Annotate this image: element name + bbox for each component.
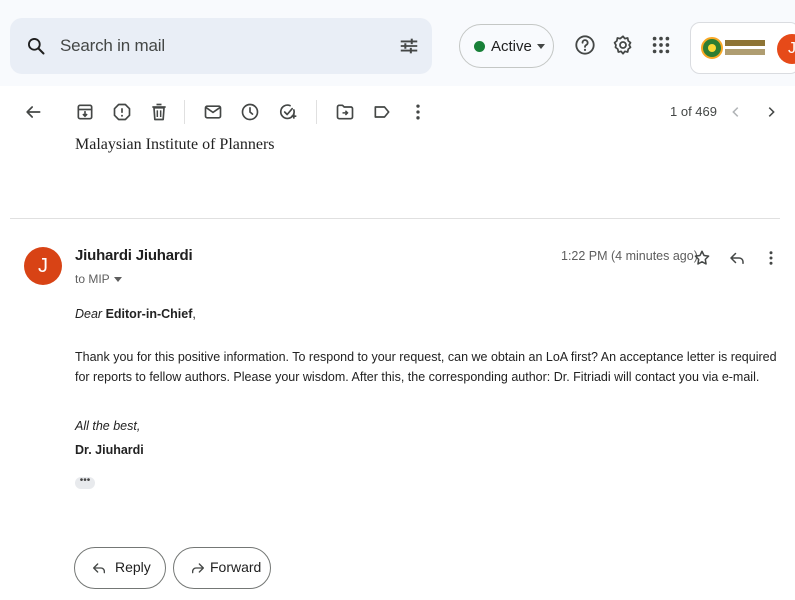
status-label: Active: [491, 38, 532, 55]
mark-unread-icon[interactable]: [203, 102, 223, 122]
apps-grid-icon[interactable]: [650, 34, 672, 56]
toolbar-divider: [184, 100, 185, 124]
move-to-icon[interactable]: [335, 102, 355, 122]
recipient-label: to MIP: [75, 272, 110, 286]
sender-avatar[interactable]: J: [24, 247, 62, 285]
greeting-name: Editor-in-Chief: [105, 307, 193, 321]
toolbar-divider: [316, 100, 317, 124]
chevron-left-icon[interactable]: [729, 104, 743, 120]
star-icon[interactable]: [693, 249, 711, 267]
reply-button-label: Reply: [115, 559, 151, 575]
signature: Dr. Jiuhardi: [75, 443, 144, 457]
snooze-icon[interactable]: [240, 102, 260, 122]
search-icon[interactable]: [26, 35, 46, 57]
help-icon[interactable]: [574, 34, 596, 56]
status-dot-icon: [474, 41, 485, 52]
forward-button[interactable]: Forward: [173, 547, 271, 589]
greeting: Dear Editor-in-Chief,: [75, 304, 196, 324]
reply-icon[interactable]: [728, 249, 746, 267]
label-icon[interactable]: [372, 102, 392, 122]
more-vert-icon[interactable]: [408, 102, 428, 122]
more-vert-icon[interactable]: [762, 249, 780, 267]
recipient-dropdown[interactable]: to MIP: [75, 272, 122, 286]
back-arrow-icon[interactable]: [23, 102, 43, 122]
forward-icon: [192, 563, 204, 574]
chevron-right-icon[interactable]: [764, 104, 778, 120]
show-trimmed-content-button[interactable]: •••: [75, 476, 95, 489]
message-count: 1 of 469: [670, 104, 717, 119]
add-task-icon[interactable]: [278, 102, 298, 122]
signoff: All the best,: [75, 419, 141, 433]
status-dropdown[interactable]: Active: [459, 24, 554, 68]
chevron-down-icon: [113, 277, 122, 283]
forward-button-label: Forward: [210, 559, 262, 575]
greeting-suffix: ,: [192, 307, 196, 321]
gear-icon[interactable]: [612, 34, 634, 56]
reply-button[interactable]: Reply: [74, 547, 166, 589]
message-body: Thank you for this positive information.…: [75, 350, 777, 384]
delete-icon[interactable]: [149, 102, 169, 122]
previous-message-snippet: Malaysian Institute of Planners: [75, 136, 275, 153]
greeting-prefix: Dear: [75, 307, 103, 321]
message-timestamp: 1:22 PM (4 minutes ago): [561, 249, 698, 263]
reply-icon: [93, 563, 105, 574]
sender-name[interactable]: Jiuhardi Jiuhardi: [75, 247, 193, 264]
university-logo-icon: [701, 37, 723, 59]
message-divider: [10, 218, 780, 219]
university-wordmark: [725, 40, 765, 56]
search-bar[interactable]: Search in mail: [10, 18, 432, 74]
search-input[interactable]: Search in mail: [60, 36, 165, 56]
chevron-down-icon: [537, 44, 545, 49]
report-spam-icon[interactable]: [112, 102, 132, 122]
top-bar: Search in mail Active J: [0, 0, 795, 86]
archive-icon[interactable]: [75, 102, 95, 122]
tune-icon[interactable]: [398, 35, 420, 57]
